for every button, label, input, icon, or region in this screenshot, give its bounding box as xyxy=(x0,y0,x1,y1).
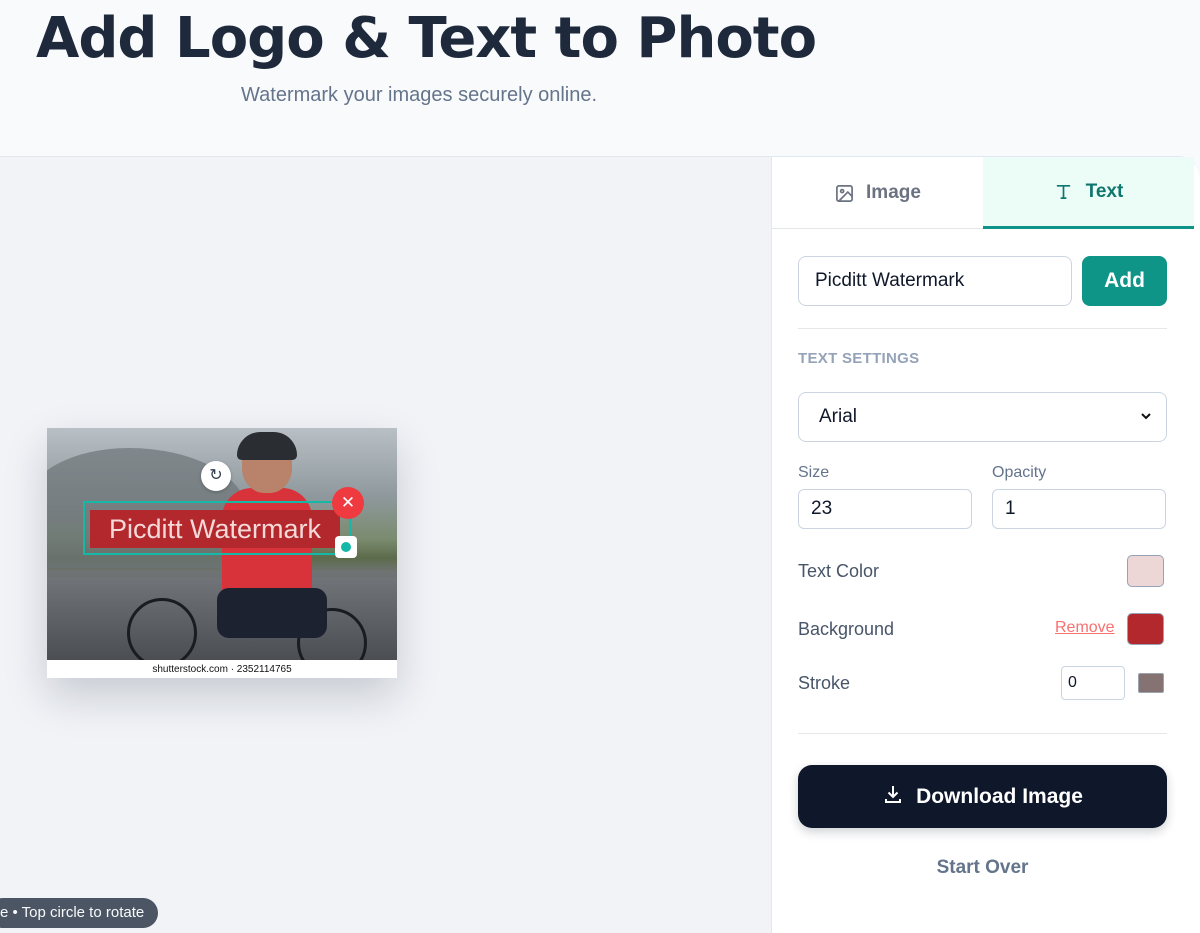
photo-card: Picditt Watermark ↻ ✕ shutterstock.com ·… xyxy=(47,428,397,678)
start-over-button[interactable]: Start Over xyxy=(798,857,1167,879)
opacity-input[interactable]: 1 xyxy=(992,489,1166,529)
text-type-icon xyxy=(1054,182,1074,202)
font-select-value: Arial xyxy=(819,406,858,427)
font-select[interactable]: Arial xyxy=(798,392,1167,442)
text-settings-heading: TEXT SETTINGS xyxy=(798,350,920,367)
image-icon xyxy=(834,183,854,203)
panel-tabs: Image Text xyxy=(772,157,1194,229)
text-color-label: Text Color xyxy=(798,561,880,581)
divider xyxy=(798,733,1167,734)
stroke-color-swatch[interactable] xyxy=(1138,673,1164,693)
tab-image-label: Image xyxy=(866,182,921,203)
opacity-label: Opacity xyxy=(992,464,1047,481)
watermark-text[interactable]: Picditt Watermark xyxy=(90,510,340,548)
page-title: Add Logo & Text to Photo xyxy=(36,6,817,71)
photo-rider-helmet xyxy=(237,432,297,460)
remove-background-link[interactable]: Remove xyxy=(1055,619,1115,637)
background-color-swatch[interactable] xyxy=(1127,613,1164,645)
canvas-hint: e • Top circle to rotate xyxy=(0,898,159,928)
text-color-swatch[interactable] xyxy=(1127,555,1164,587)
settings-panel: Image Text Picditt Watermark Add TEXT SE… xyxy=(771,156,1200,933)
tab-image[interactable]: Image xyxy=(772,157,983,229)
editor-canvas: Picditt Watermark ↻ ✕ shutterstock.com ·… xyxy=(0,156,772,933)
chevron-down-icon xyxy=(1140,393,1152,460)
divider xyxy=(798,328,1167,329)
delete-layer-icon[interactable]: ✕ xyxy=(332,487,364,519)
download-icon xyxy=(882,783,904,811)
rotate-handle-icon[interactable]: ↻ xyxy=(201,461,231,491)
size-label: Size xyxy=(798,464,830,481)
add-text-button[interactable]: Add xyxy=(1082,256,1167,306)
watermark-text-layer[interactable]: Picditt Watermark xyxy=(83,501,351,555)
page-subtitle: Watermark your images securely online. xyxy=(241,84,598,106)
photo-wheel xyxy=(127,598,197,660)
photo-caption: shutterstock.com · 2352114765 xyxy=(152,664,292,675)
tab-text[interactable]: Text xyxy=(983,157,1194,229)
watermark-text-input[interactable]: Picditt Watermark xyxy=(798,256,1072,306)
resize-handle[interactable] xyxy=(335,536,357,558)
download-image-button[interactable]: Download Image xyxy=(798,765,1167,828)
photo-rider-legs xyxy=(217,588,327,638)
background-label: Background xyxy=(798,619,895,639)
tab-text-label: Text xyxy=(1085,180,1124,202)
stroke-width-input[interactable]: 0 xyxy=(1061,666,1125,700)
page-header: Add Logo & Text to Photo Watermark your … xyxy=(0,0,1200,156)
size-input[interactable]: 23 xyxy=(798,489,972,529)
uploaded-photo: Picditt Watermark ↻ ✕ xyxy=(47,428,397,660)
download-label: Download Image xyxy=(916,784,1083,808)
stroke-label: Stroke xyxy=(798,673,851,693)
